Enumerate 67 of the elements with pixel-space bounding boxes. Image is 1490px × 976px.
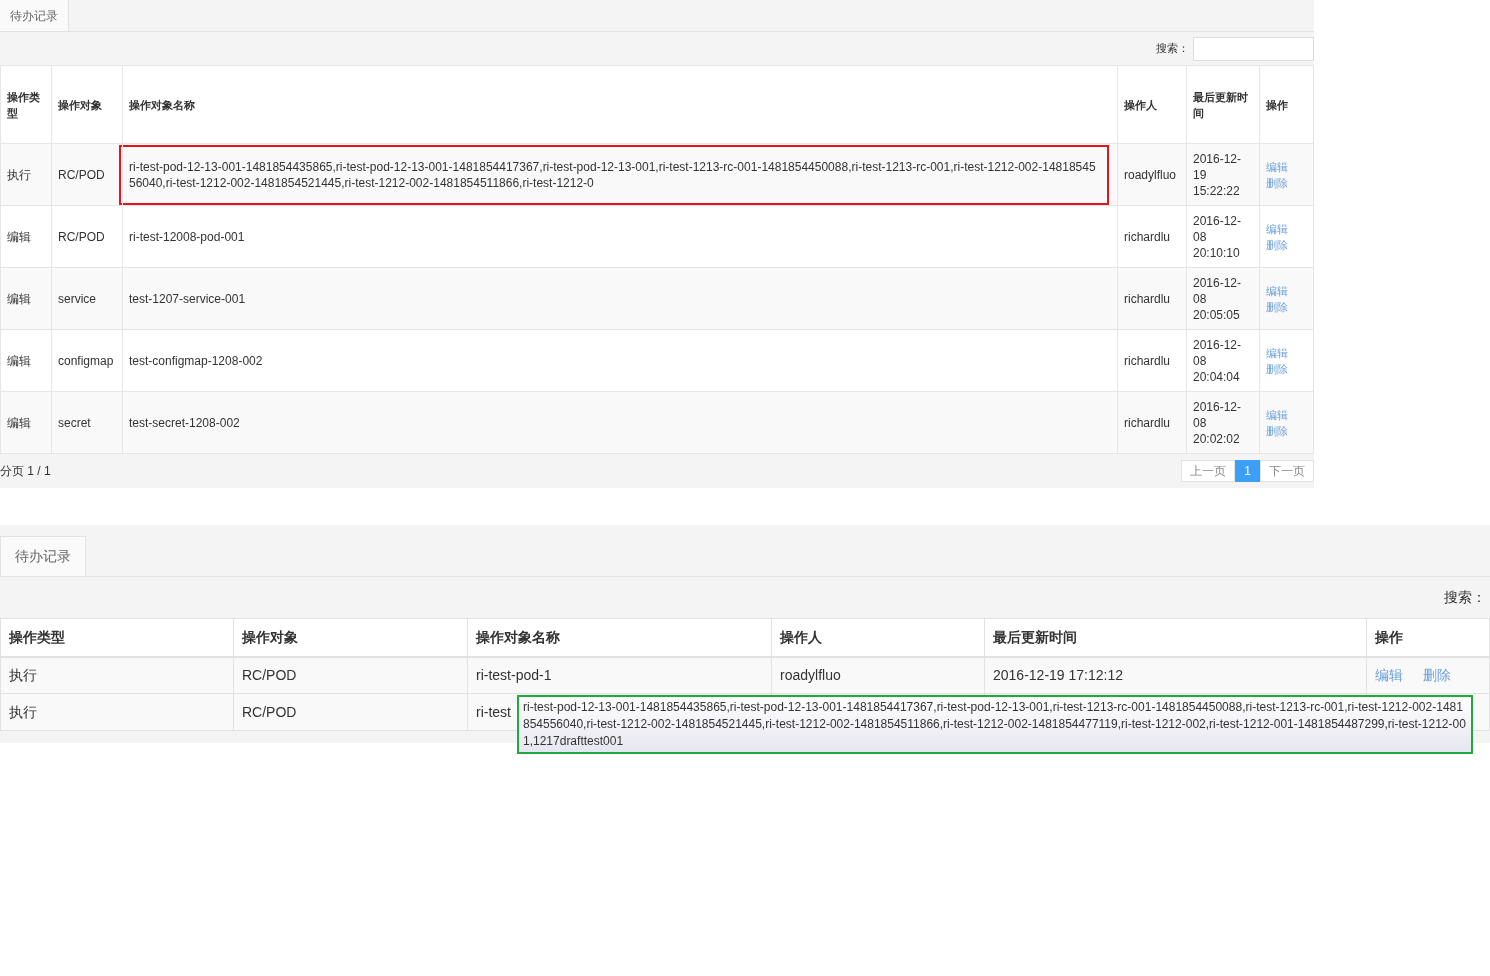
action-link[interactable]: 删除 — [1266, 422, 1288, 439]
table-cell: 执行 — [7, 167, 31, 182]
table-cell: richardlu — [1124, 291, 1171, 306]
tooltip: ri-test-pod-12-13-001-1481854435865,ri-test-pod-12-13-001-1481854417367,ri-test-pod-12-13-001,ri-test-1213-rc-001-1481854450088,ri-test-1213-rc-001,ri-test-1212-002-1481854556040,ri-test-1212-002-1481854521445,ri-test-1212-002-1481854511866,ri-test-1212-002-1481854477119,ri-test-1212-002,ri-test-1212-001-1481854487299,ri-test-1212-001,1217drafttest001 — [517, 695, 1473, 754]
search-label: 搜索： — [1156, 41, 1189, 57]
table-cell: 编辑 — [7, 291, 31, 306]
table-cell: 编辑 — [7, 353, 31, 368]
column-header: 操作类型 — [9, 628, 65, 645]
table-cell: RC/POD — [58, 229, 105, 244]
table-cell: secret — [58, 415, 91, 430]
table-cell-text: ri-test-12008-pod-001 — [129, 228, 246, 245]
table-cell: roadylfluo — [1124, 167, 1177, 182]
table-cell: richardlu — [1124, 415, 1171, 430]
action-link[interactable]: 删除 — [1266, 298, 1288, 315]
prev-page-button[interactable]: 上一页 — [1181, 460, 1236, 482]
table-cell: ri-test — [476, 703, 511, 720]
table-cell: 执行 — [9, 703, 37, 720]
table-cell-text: 2016-12-08 20:05:05 — [1193, 274, 1243, 323]
table-cell-text: 2016-12-08 20:10:10 — [1193, 212, 1243, 261]
column-header: 操作人 — [780, 628, 822, 645]
table-cell-text: ri-test-pod-12-13-001-1481854435865,ri-test-pod-12-13-001-1481854417367,ri-test-pod-12-13-001,ri-test-1213-rc-001-1481854450088,ri-test-1213-rc-001,ri-test-1212-002-1481854556040,ri-test-1212-002-1481854521445,ri-test-1212-002-1481854511866,ri-test-1212-0 — [129, 158, 1097, 191]
action-link[interactable]: 删除 — [1266, 360, 1288, 377]
table-cell: RC/POD — [242, 666, 297, 683]
table-cell: service — [58, 291, 96, 306]
page-info: 分页 1 / 1 — [0, 463, 51, 480]
column-header: 最后更新时间 — [993, 628, 1077, 645]
column-header: 操作 — [1266, 98, 1288, 111]
action-link[interactable]: 删除 — [1266, 236, 1288, 253]
table-cell: RC/POD — [58, 167, 105, 182]
search-field[interactable] — [1193, 36, 1314, 61]
tab[interactable]: 待办记录 — [0, 536, 86, 576]
action-link[interactable]: 编辑 — [1375, 664, 1403, 686]
column-header: 操作对象 — [58, 98, 102, 111]
table-cell-text: test-configmap-1208-002 — [129, 352, 264, 369]
tab[interactable]: 待办记录 — [0, 0, 69, 31]
action-link[interactable]: 删除 — [1423, 664, 1451, 686]
table-cell: 2016-12-19 17:12:12 — [993, 666, 1123, 683]
page-button[interactable]: 1 — [1235, 460, 1260, 482]
action-link[interactable]: 编辑 — [1266, 282, 1288, 299]
column-header: 操作 — [1375, 628, 1403, 645]
table-cell: roadylfluo — [780, 666, 841, 683]
action-link[interactable]: 编辑 — [1266, 344, 1288, 361]
column-header: 操作对象名称 — [476, 628, 560, 645]
action-link[interactable]: 编辑 — [1266, 406, 1288, 423]
column-header: 最后更新时间 — [1193, 90, 1248, 119]
table-cell-text: 2016-12-19 15:22:22 — [1193, 150, 1243, 199]
table-cell-text: test-secret-1208-002 — [129, 414, 241, 431]
table-cell-text: 2016-12-08 20:04:04 — [1193, 336, 1243, 385]
action-link[interactable]: 编辑 — [1266, 220, 1288, 237]
table-cell: richardlu — [1124, 353, 1171, 368]
next-page-button[interactable]: 下一页 — [1260, 460, 1314, 482]
table-cell: 编辑 — [7, 229, 31, 244]
search-label: 搜索： — [1444, 588, 1486, 607]
action-link[interactable]: 编辑 — [1266, 158, 1288, 175]
table-cell-text: test-1207-service-001 — [129, 290, 247, 307]
table-cell-text: 2016-12-08 20:02:02 — [1193, 398, 1243, 447]
table-cell: 编辑 — [7, 415, 31, 430]
table-cell: richardlu — [1124, 229, 1171, 244]
table-cell: RC/POD — [242, 703, 297, 720]
table-cell: configmap — [58, 353, 114, 368]
action-link[interactable]: 删除 — [1266, 174, 1288, 191]
table-cell: 执行 — [9, 666, 37, 683]
column-header: 操作对象名称 — [129, 98, 195, 111]
column-header: 操作类型 — [7, 90, 40, 119]
column-header: 操作人 — [1124, 98, 1157, 111]
column-header: 操作对象 — [242, 628, 298, 645]
table-cell: ri-test-pod-1 — [476, 666, 552, 683]
